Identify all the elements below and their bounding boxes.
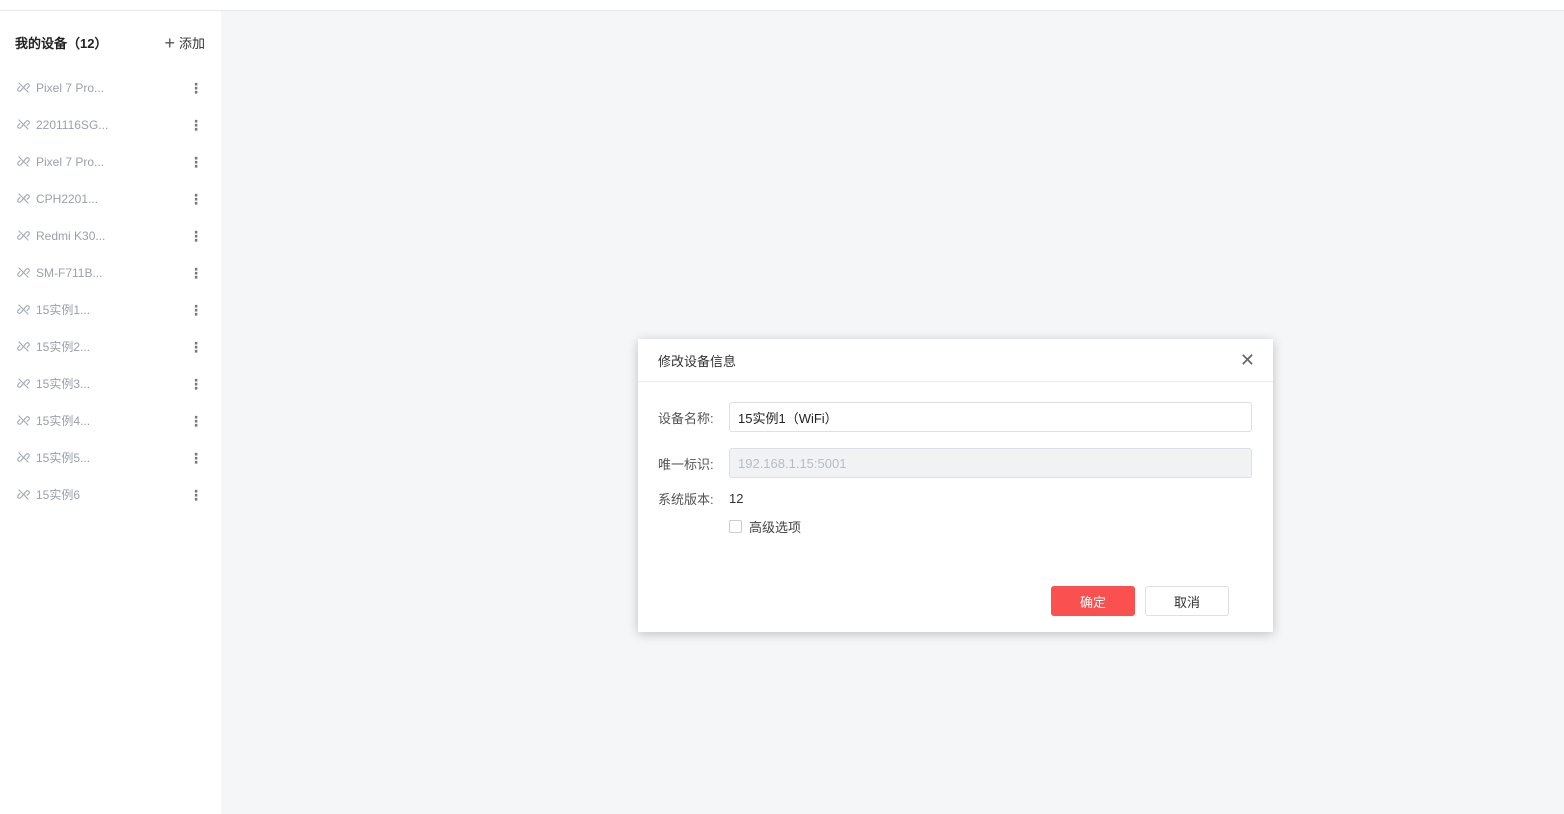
- device-name: 2201116SG...: [36, 117, 109, 132]
- unlink-icon: [17, 155, 31, 168]
- advanced-label: 高级选项: [749, 520, 802, 535]
- unlink-icon: [17, 118, 31, 131]
- name-label: 设备名称:: [658, 410, 714, 426]
- device-name: CPH2201...: [36, 191, 99, 206]
- device-name: 15实例1...: [36, 303, 91, 317]
- unlink-icon: [17, 377, 31, 390]
- version-label: 系统版本:: [658, 492, 714, 507]
- device-name: 15实例2...: [36, 340, 91, 354]
- device-name: Pixel 7 Pro...: [36, 154, 105, 169]
- device-name: 15实例4...: [36, 414, 91, 428]
- sidebar-title: 我的设备（12）: [15, 36, 108, 51]
- version-value: 12: [729, 491, 744, 506]
- unlink-icon: [17, 266, 31, 279]
- device-list-item[interactable]: 15实例3... ⋮: [0, 365, 221, 402]
- device-list-item[interactable]: 15实例6 ⋮: [0, 476, 221, 513]
- device-list-item[interactable]: Redmi K30... ⋮: [0, 217, 221, 254]
- unlink-icon: [17, 340, 31, 353]
- more-vertical-icon[interactable]: ⋮: [189, 451, 203, 465]
- cancel-button[interactable]: 取消: [1145, 586, 1229, 616]
- device-list-item[interactable]: 15实例4... ⋮: [0, 402, 221, 439]
- device-list-item[interactable]: 15实例2... ⋮: [0, 328, 221, 365]
- device-name: Pixel 7 Pro...: [36, 80, 105, 95]
- more-vertical-icon[interactable]: ⋮: [189, 229, 203, 243]
- device-name: SM-F711B...: [36, 265, 103, 280]
- device-list-item[interactable]: Pixel 7 Pro... ⋮: [0, 69, 221, 106]
- unlink-icon: [17, 414, 31, 427]
- more-vertical-icon[interactable]: ⋮: [189, 488, 203, 502]
- more-vertical-icon[interactable]: ⋮: [189, 340, 203, 354]
- edit-device-dialog: 修改设备信息 ✕ 设备名称: 唯一标识: 系统版本: 12 高级选项 确定 取消: [638, 339, 1273, 632]
- unlink-icon: [17, 229, 31, 242]
- device-list-item[interactable]: 2201116SG... ⋮: [0, 106, 221, 143]
- device-name: Redmi K30...: [36, 228, 106, 243]
- add-label: 添加: [178, 36, 205, 51]
- device-list-item[interactable]: 15实例5... ⋮: [0, 439, 221, 476]
- more-vertical-icon[interactable]: ⋮: [189, 377, 203, 391]
- device-name: 15实例6: [36, 488, 81, 502]
- device-sidebar: 我的设备（12） + 添加 Pixel 7 Pro... ⋮ 2201116SG...…: [0, 11, 221, 814]
- device-name-input[interactable]: [729, 402, 1252, 432]
- device-list: Pixel 7 Pro... ⋮ 2201116SG... ⋮ Pixel 7 Pro.…: [0, 69, 221, 513]
- id-label: 唯一标识:: [658, 456, 714, 472]
- plus-icon: +: [164, 32, 175, 53]
- add-device-button[interactable]: + 添加: [164, 33, 205, 52]
- more-vertical-icon[interactable]: ⋮: [189, 303, 203, 317]
- dialog-title: 修改设备信息: [658, 353, 737, 369]
- device-list-item[interactable]: 15实例1... ⋮: [0, 291, 221, 328]
- unlink-icon: [17, 488, 31, 501]
- device-name: 15实例5...: [36, 451, 91, 465]
- more-vertical-icon[interactable]: ⋮: [189, 118, 203, 132]
- unlink-icon: [17, 451, 31, 464]
- advanced-options-checkbox[interactable]: 高级选项: [729, 517, 801, 536]
- more-vertical-icon[interactable]: ⋮: [189, 155, 203, 169]
- close-icon[interactable]: ✕: [1240, 350, 1255, 371]
- unlink-icon: [17, 192, 31, 205]
- device-list-item[interactable]: SM-F711B... ⋮: [0, 254, 221, 291]
- unlink-icon: [17, 81, 31, 94]
- checkbox-icon[interactable]: [729, 520, 742, 533]
- more-vertical-icon[interactable]: ⋮: [189, 81, 203, 95]
- device-list-item[interactable]: CPH2201... ⋮: [0, 180, 221, 217]
- device-name: 15实例3...: [36, 377, 91, 391]
- more-vertical-icon[interactable]: ⋮: [189, 192, 203, 206]
- top-bar: [0, 0, 1564, 11]
- more-vertical-icon[interactable]: ⋮: [189, 414, 203, 428]
- device-list-item[interactable]: Pixel 7 Pro... ⋮: [0, 143, 221, 180]
- confirm-button[interactable]: 确定: [1051, 586, 1135, 616]
- unlink-icon: [17, 303, 31, 316]
- unique-id-input: [729, 448, 1252, 478]
- more-vertical-icon[interactable]: ⋮: [189, 266, 203, 280]
